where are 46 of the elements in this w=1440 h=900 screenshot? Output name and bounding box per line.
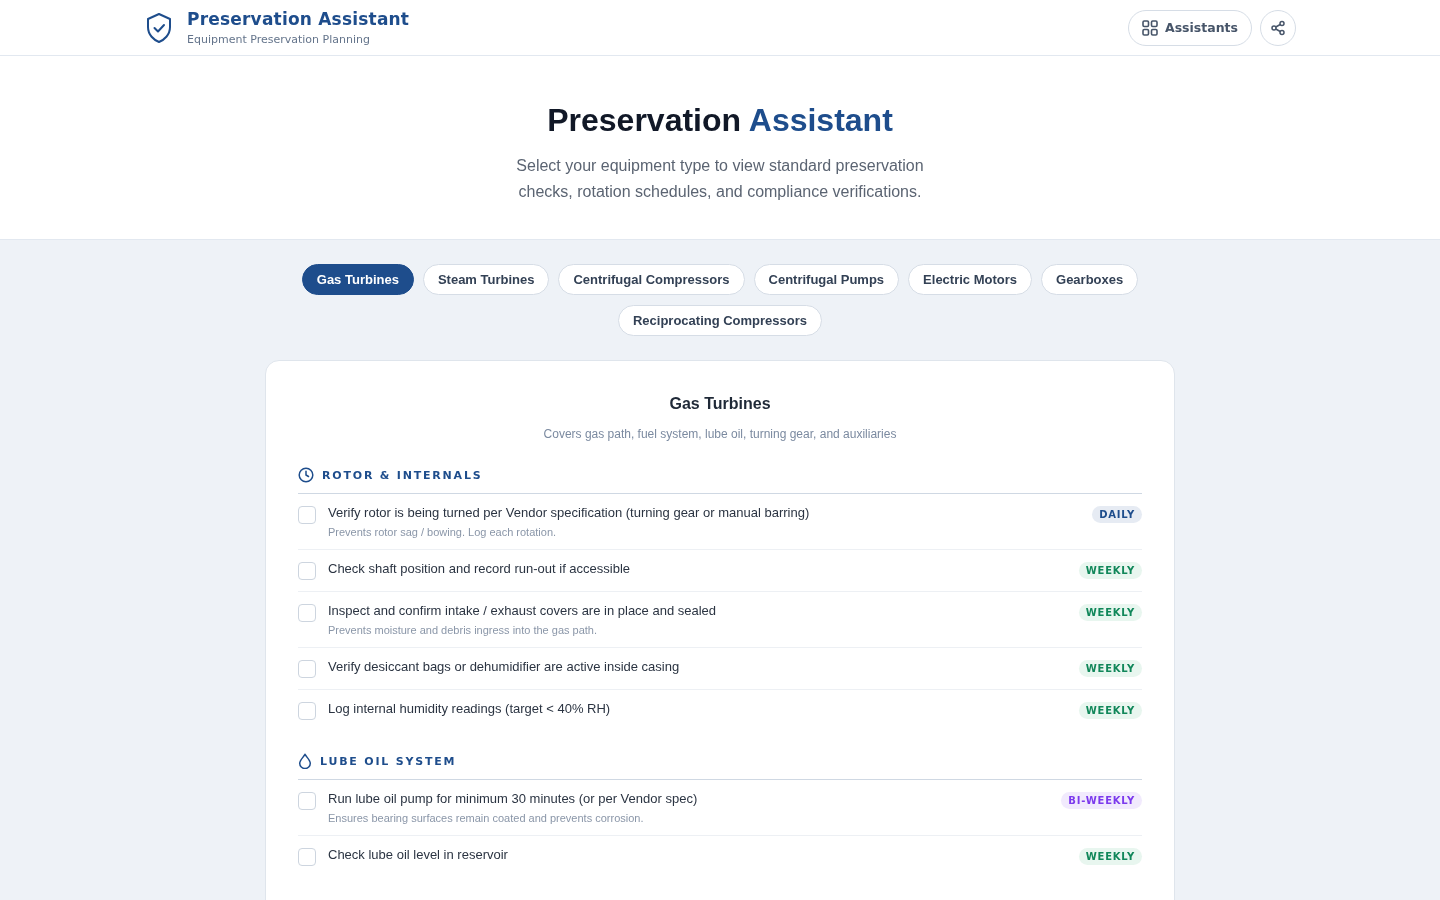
shield-check-icon [146,11,172,44]
app-subtitle: Equipment Preservation Planning [187,33,371,46]
clock-icon [298,467,314,483]
check-item-text: Verify rotor is being turned per Vendor specification (turning gear or manual barring) [328,505,811,520]
equipment-tab[interactable]: Centrifugal Pumps [753,264,900,295]
checkbox[interactable] [298,562,316,580]
equipment-tab[interactable]: Gearboxes [1041,264,1139,295]
check-item-text: Log internal humidity readings (target < 40% RH) [328,701,612,716]
check-item-text: Verify desiccant bags or dehumidifier are active inside casing [328,659,681,674]
frequency-badge: DAILY [1092,506,1142,523]
equipment-tab[interactable]: Reciprocating Compressors [617,305,823,336]
frequency-badge: BI-WEEKLY [1061,792,1142,809]
page-description: Select your equipment type to view standard preservation checks, rotation schedules, and compliance verifications. [515,156,925,202]
equipment-tab[interactable]: Electric Motors [908,264,1032,295]
assistants-button[interactable]: Assistants [1128,9,1252,46]
share-icon [1270,19,1286,36]
check-item-text: Check lube oil level in reservoir [328,847,509,862]
checkbox[interactable] [298,660,316,678]
frequency-badge: WEEKLY [1078,702,1142,719]
check-item-text: Inspect and confirm intake / exhaust covers are in place and sealed [328,603,718,618]
grid-icon [1142,19,1158,36]
check-item-text: Check shaft position and record run-out if accessible [328,561,632,576]
card-subtitle: Covers gas path, fuel system, lube oil, turning gear, and auxiliaries [542,427,898,441]
check-item-note: Prevents moisture and debris ingress into the gas path. [328,624,599,636]
share-button[interactable] [1260,9,1296,46]
frequency-badge: WEEKLY [1078,562,1142,579]
card-title: Gas Turbines [668,395,772,413]
check-item-note: Prevents rotor sag / bowing. Log each rotation. [328,526,558,538]
equipment-tab[interactable]: Gas Turbines [301,264,414,295]
checkbox[interactable] [298,848,316,866]
checkbox[interactable] [298,604,316,622]
equipment-tab[interactable]: Centrifugal Compressors [558,264,745,295]
frequency-badge: WEEKLY [1078,604,1142,621]
section-title: ROTOR & INTERNALS [322,468,483,482]
drop-icon [298,753,312,769]
checkbox[interactable] [298,792,316,810]
checkbox[interactable] [298,702,316,720]
check-item-note: Ensures bearing surfaces remain coated and prevents corrosion. [328,812,645,824]
equipment-tab[interactable]: Steam Turbines [422,264,550,295]
frequency-badge: WEEKLY [1078,660,1142,677]
frequency-badge: WEEKLY [1078,848,1142,865]
app-title: Preservation Assistant [187,9,410,29]
check-item-text: Run lube oil pump for minimum 30 minutes (or per Vendor spec) [328,791,699,806]
checkbox[interactable] [298,506,316,524]
section-title: LUBE OIL SYSTEM [320,754,457,768]
page-heading: Preservation Assistant [546,102,894,139]
